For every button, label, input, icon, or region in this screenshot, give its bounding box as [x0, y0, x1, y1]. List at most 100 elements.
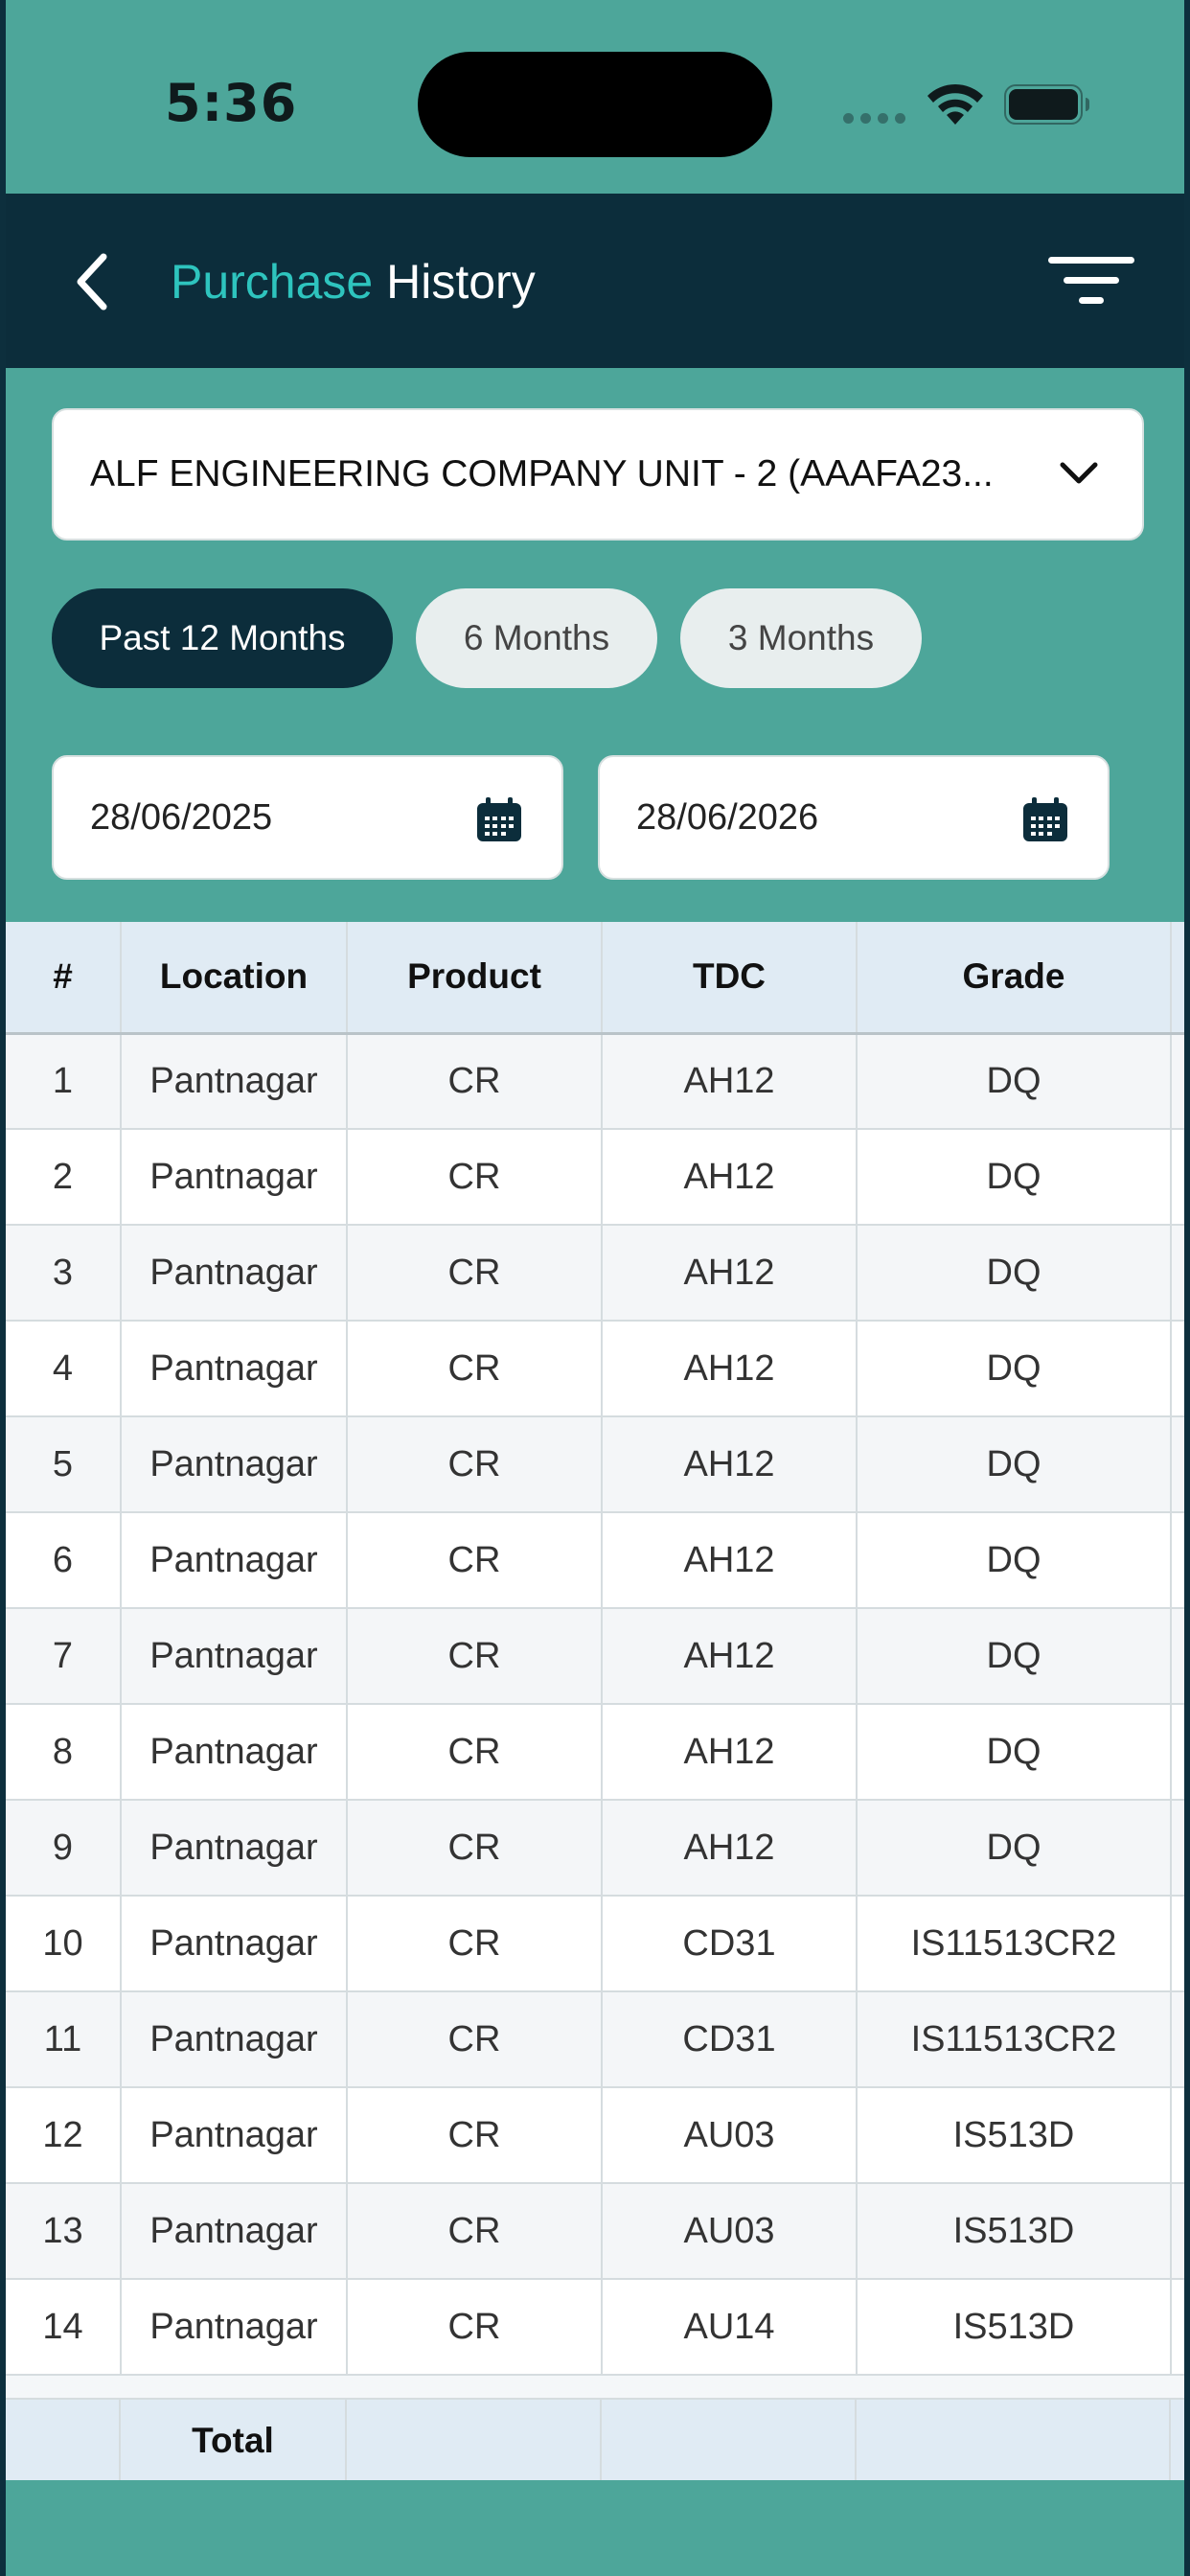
cell-grade: DQ: [857, 1800, 1172, 1897]
cell-tdc: AH12: [602, 1321, 858, 1417]
cell-location: Pantnagar: [121, 1800, 348, 1897]
cell-product: CR: [347, 1512, 603, 1609]
cell-index: 14: [6, 2279, 122, 2376]
cell-overflow: [1171, 1321, 1190, 1417]
signal-dots-icon: [843, 111, 912, 128]
wifi-icon: [927, 83, 983, 125]
cell-tdc: CD31: [602, 1896, 858, 1992]
table-row[interactable]: 2 Pantnagar CR AH12 DQ: [6, 1129, 1190, 1226]
cell-grade: IS513D: [857, 2279, 1172, 2376]
cell-grade: DQ: [857, 1416, 1172, 1513]
cell-index: 8: [6, 1704, 122, 1801]
page-title: Purchase History: [171, 251, 536, 312]
cell-overflow: [1171, 1608, 1190, 1705]
company-select[interactable]: ALF ENGINEERING COMPANY UNIT - 2 (AAAFA2…: [52, 408, 1144, 540]
table-total-row: Total: [6, 2398, 1190, 2480]
cell-grade: IS11513CR2: [857, 1991, 1172, 2088]
cell-product: CR: [347, 2183, 603, 2280]
cell-product: CR: [347, 1225, 603, 1322]
status-time: 5:36: [165, 73, 298, 133]
cell-location: Pantnagar: [121, 1704, 348, 1801]
cell-overflow: [1171, 1129, 1190, 1226]
table-row[interactable]: 4 Pantnagar CR AH12 DQ: [6, 1321, 1190, 1417]
status-bar: 5:36: [0, 0, 1190, 194]
cell-index: 10: [6, 1896, 122, 1992]
data-table: # Location Product TDC Grade 1 Pantnagar C…: [6, 922, 1190, 2376]
cell-grade: DQ: [857, 1512, 1172, 1609]
table-row[interactable]: 10 Pantnagar CR CD31 IS11513CR2: [6, 1896, 1190, 1992]
total-label: Total: [121, 2400, 347, 2480]
table-row[interactable]: 11 Pantnagar CR CD31 IS11513CR2: [6, 1991, 1190, 2088]
cell-index: 5: [6, 1416, 122, 1513]
tab-past-12-months[interactable]: Past 12 Months: [52, 588, 393, 688]
page-title-main: History: [386, 255, 536, 309]
total-cell-empty: [857, 2400, 1171, 2480]
cell-tdc: AH12: [602, 1800, 858, 1897]
cell-index: 2: [6, 1129, 122, 1226]
table-header-row: # Location Product TDC Grade: [6, 922, 1190, 1035]
cell-location: Pantnagar: [121, 1129, 348, 1226]
cell-product: CR: [347, 1704, 603, 1801]
cell-overflow: [1171, 1704, 1190, 1801]
cell-grade: IS513D: [857, 2183, 1172, 2280]
col-header-index[interactable]: #: [6, 922, 122, 1035]
to-date-value: 28/06/2026: [636, 797, 819, 838]
bottom-safe-area: [0, 2480, 1190, 2576]
col-header-tdc[interactable]: TDC: [602, 922, 858, 1035]
cell-grade: DQ: [857, 1321, 1172, 1417]
from-date-value: 28/06/2025: [90, 797, 273, 838]
cell-grade: DQ: [857, 1608, 1172, 1705]
col-header-grade[interactable]: Grade: [857, 922, 1172, 1035]
to-date-field[interactable]: 28/06/2026: [598, 755, 1110, 880]
total-cell-empty: [6, 2400, 121, 2480]
cell-location: Pantnagar: [121, 2087, 348, 2184]
cell-grade: IS11513CR2: [857, 1896, 1172, 1992]
cell-product: CR: [347, 1321, 603, 1417]
company-select-value: ALF ENGINEERING COMPANY UNIT - 2 (AAAFA2…: [90, 453, 994, 494]
purchase-history-table[interactable]: # Location Product TDC Grade 1 Pantnagar C…: [0, 922, 1190, 2480]
calendar-icon: [477, 797, 521, 841]
table-row[interactable]: 13 Pantnagar CR AU03 IS513D: [6, 2183, 1190, 2280]
cell-location: Pantnagar: [121, 1608, 348, 1705]
total-cell-empty: [347, 2400, 602, 2480]
table-row[interactable]: 5 Pantnagar CR AH12 DQ: [6, 1416, 1190, 1513]
table-row[interactable]: 6 Pantnagar CR AH12 DQ: [6, 1512, 1190, 1609]
cell-grade: DQ: [857, 1033, 1172, 1130]
table-row[interactable]: 9 Pantnagar CR AH12 DQ: [6, 1800, 1190, 1897]
table-row[interactable]: 8 Pantnagar CR AH12 DQ: [6, 1704, 1190, 1801]
cell-index: 1: [6, 1033, 122, 1130]
col-header-location[interactable]: Location: [121, 922, 348, 1035]
col-header-product[interactable]: Product: [347, 922, 603, 1035]
cell-location: Pantnagar: [121, 1321, 348, 1417]
cell-tdc: AU14: [602, 2279, 858, 2376]
cell-index: 3: [6, 1225, 122, 1322]
filter-icon[interactable]: [1048, 251, 1134, 309]
chevron-left-icon[interactable]: [69, 251, 117, 312]
cell-product: CR: [347, 1416, 603, 1513]
tab-3-months[interactable]: 3 Months: [680, 588, 922, 688]
table-row[interactable]: 14 Pantnagar CR AU14 IS513D: [6, 2279, 1190, 2376]
cell-product: CR: [347, 1033, 603, 1130]
chevron-down-icon: [1060, 462, 1098, 484]
cell-index: 6: [6, 1512, 122, 1609]
cell-tdc: AU03: [602, 2183, 858, 2280]
table-row[interactable]: 12 Pantnagar CR AU03 IS513D: [6, 2087, 1190, 2184]
cell-overflow: [1171, 1033, 1190, 1130]
tab-6-months[interactable]: 6 Months: [416, 588, 657, 688]
cell-grade: DQ: [857, 1129, 1172, 1226]
cell-tdc: AH12: [602, 1608, 858, 1705]
cell-overflow: [1171, 1416, 1190, 1513]
cell-location: Pantnagar: [121, 2279, 348, 2376]
cell-overflow: [1171, 2183, 1190, 2280]
table-row[interactable]: 7 Pantnagar CR AH12 DQ: [6, 1608, 1190, 1705]
table-row[interactable]: 1 Pantnagar CR AH12 DQ: [6, 1033, 1190, 1130]
table-row[interactable]: 3 Pantnagar CR AH12 DQ: [6, 1225, 1190, 1322]
cell-product: CR: [347, 2087, 603, 2184]
cell-index: 4: [6, 1321, 122, 1417]
cell-grade: IS513D: [857, 2087, 1172, 2184]
from-date-field[interactable]: 28/06/2025: [52, 755, 563, 880]
cell-product: CR: [347, 1129, 603, 1226]
cell-overflow: [1171, 1896, 1190, 1992]
cell-tdc: AH12: [602, 1704, 858, 1801]
cell-location: Pantnagar: [121, 1225, 348, 1322]
